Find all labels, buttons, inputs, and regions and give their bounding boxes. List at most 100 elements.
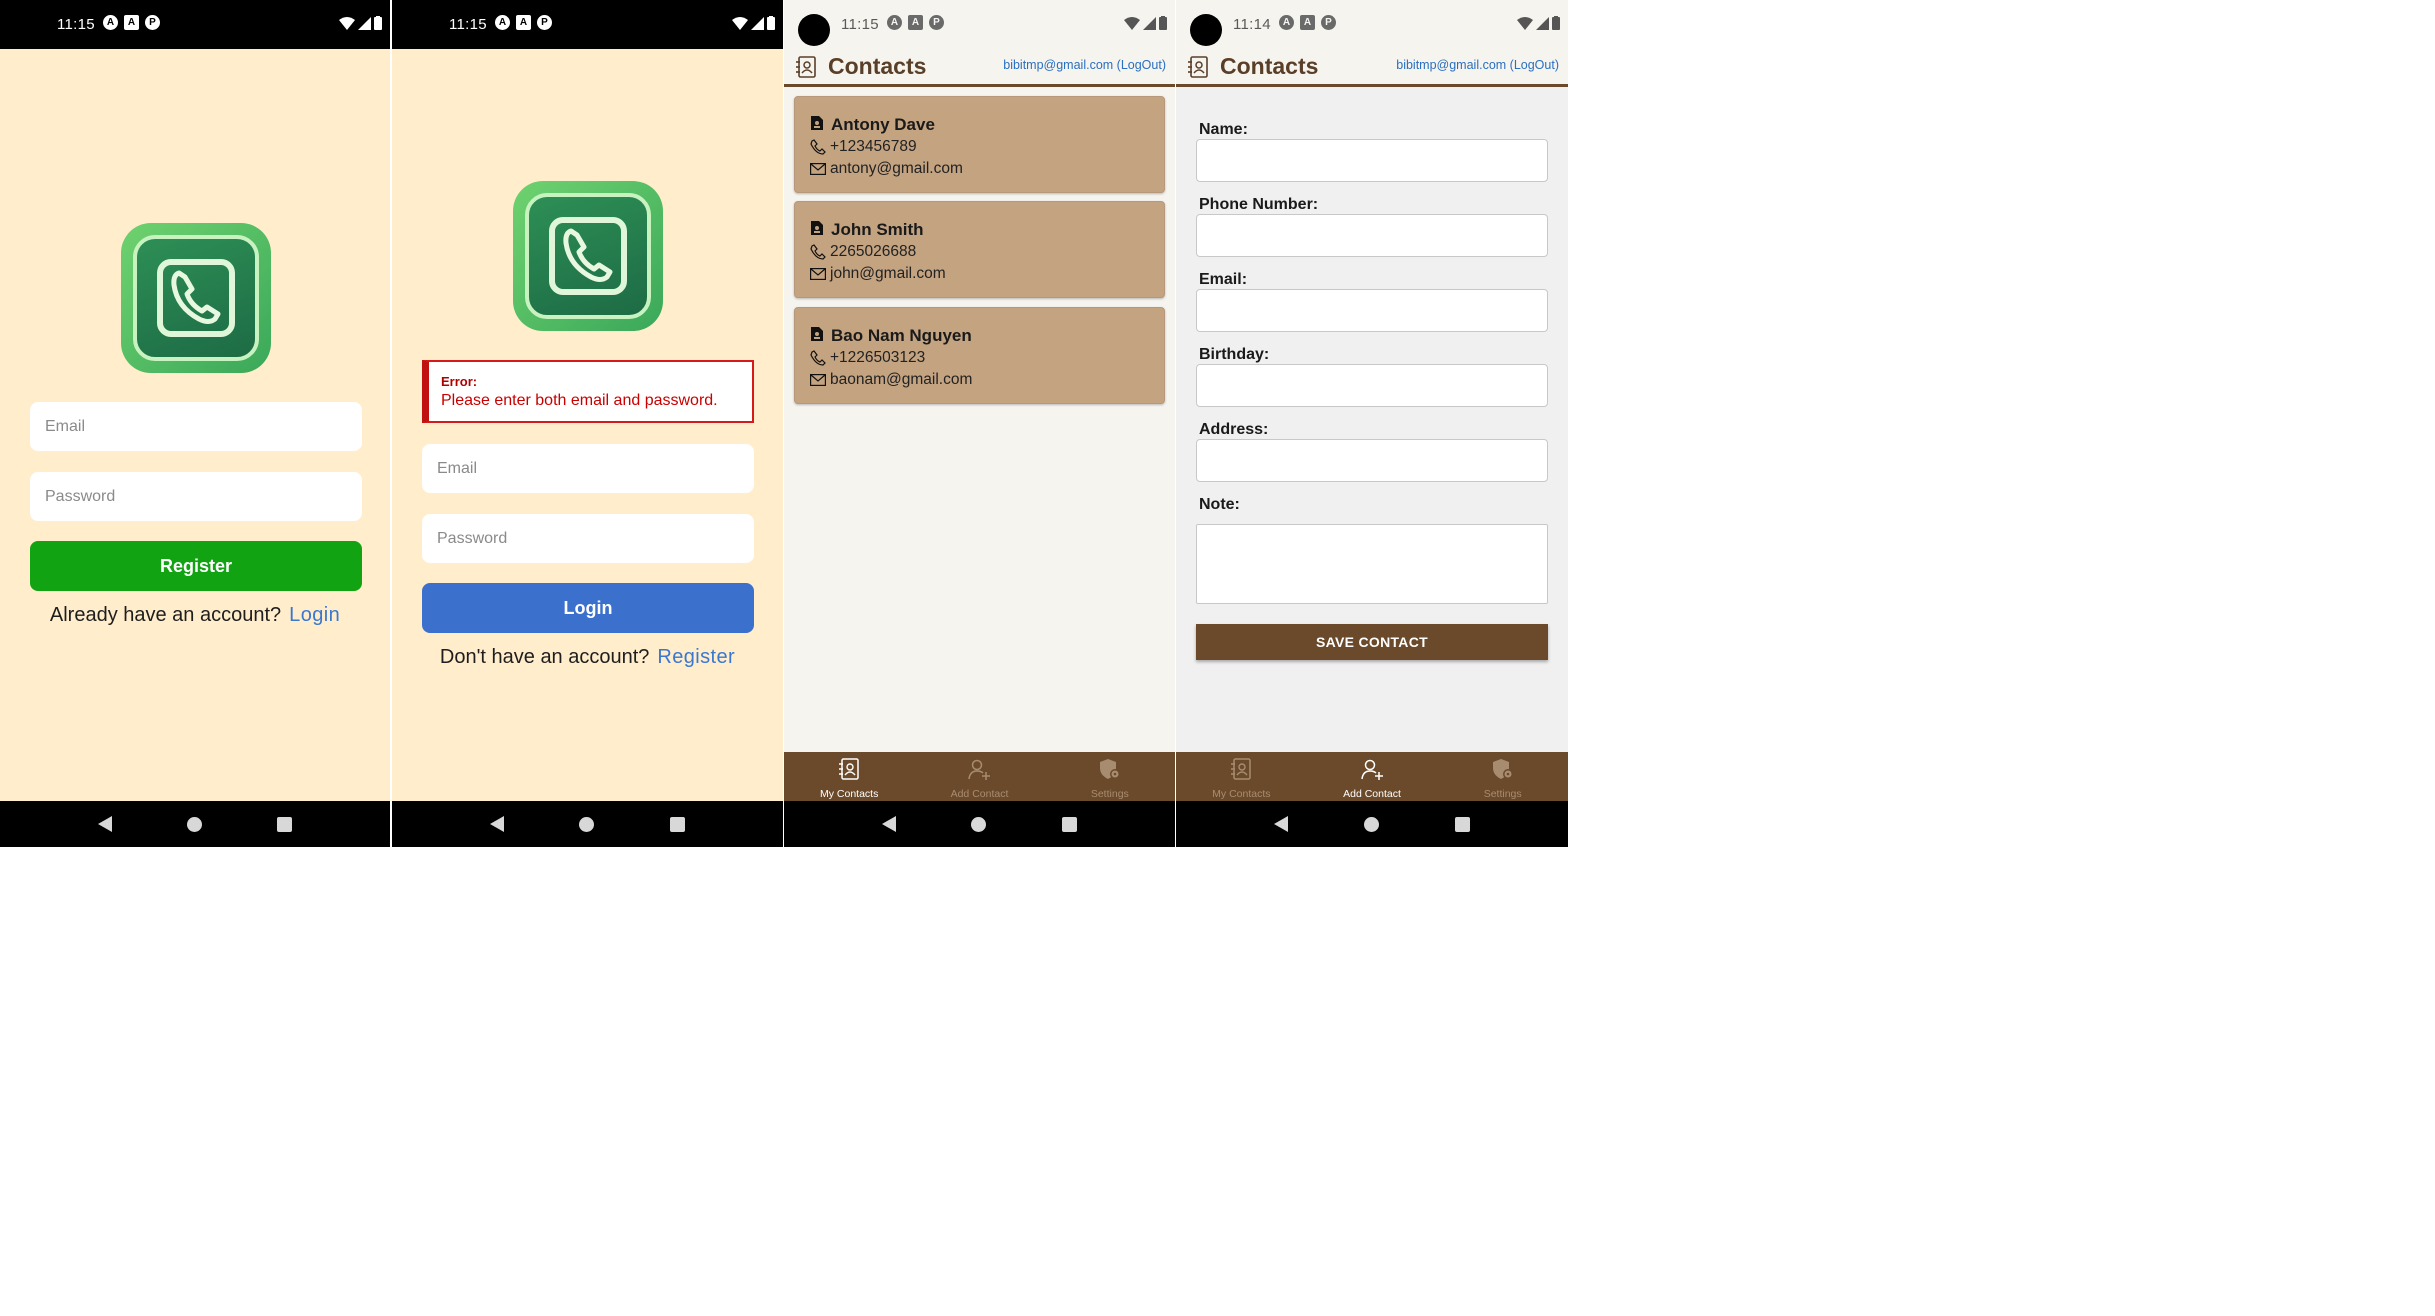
recents-icon[interactable] [1062,816,1078,832]
name-label: Name: [1199,121,1248,138]
back-icon[interactable] [97,816,112,832]
person-badge-icon [811,221,823,235]
shield-settings-icon [1099,759,1120,779]
auth-body: Error: Please enter both email and passw… [392,49,783,801]
phone-icon [563,228,613,282]
tab-settings[interactable]: Settings [1437,752,1568,801]
login-link[interactable]: Login [289,604,340,626]
contact-card[interactable]: Antony Dave +123456789 antony@gmail.com [794,96,1165,193]
bottom-tab-bar: My Contacts Add Contact Settings [1176,752,1568,801]
login-button[interactable]: Login [422,583,754,633]
recents-icon[interactable] [670,816,686,832]
battery-icon [1159,16,1167,30]
tab-settings[interactable]: Settings [1045,752,1175,801]
logout-link[interactable]: bibitmp@gmail.com (LogOut) [1003,58,1166,72]
logout-link[interactable]: bibitmp@gmail.com (LogOut) [1396,58,1559,72]
system-icons [339,16,382,30]
bottom-tab-bar: My Contacts Add Contact Settings [784,752,1175,801]
contact-phone: +1226503123 [830,349,926,366]
status-time: 11:15 [57,16,95,33]
app-notification-icon: A [1300,15,1315,30]
phone-icon [810,139,826,155]
email-input[interactable]: Email [422,444,754,493]
contact-card[interactable]: Bao Nam Nguyen +1226503123 baonam@gmail.… [794,307,1165,404]
home-icon[interactable] [186,816,202,832]
tab-label: Add Contact [1343,788,1401,800]
signal-icon [358,16,371,30]
status-bar: 11:14 A A P [1176,0,1568,49]
note-textarea[interactable] [1196,524,1548,604]
wifi-icon [339,16,355,30]
contact-list: Antony Dave +123456789 antony@gmail.com … [784,87,1175,752]
shield-settings-icon [1492,759,1513,779]
status-time: 11:15 [841,16,879,33]
app-title: Contacts [828,53,927,79]
system-icons [1124,16,1167,30]
tab-label: Add Contact [950,788,1009,800]
signal-icon [1536,16,1549,30]
email-input[interactable]: Email [30,402,362,451]
person-badge-icon [811,327,823,341]
home-icon[interactable] [579,816,595,832]
contact-card[interactable]: John Smith 2265026688 john@gmail.com [794,201,1165,298]
register-prompt: Don't have an account? Register [392,646,783,669]
status-bar: 11:15 A A P [784,0,1175,49]
expo-icon: P [929,15,944,30]
contact-phone: +123456789 [830,138,917,155]
add-person-icon [1361,759,1383,780]
tab-my-contacts[interactable]: My Contacts [784,752,914,801]
back-icon[interactable] [1274,816,1288,832]
tab-add-contact[interactable]: Add Contact [1307,752,1438,801]
notification-icons: A A P [103,15,160,30]
notification-icons: A A P [887,15,944,30]
contacts-book-icon [1188,56,1208,78]
recents-icon[interactable] [1455,816,1470,832]
contacts-book-icon [1231,758,1252,780]
wifi-icon [1517,16,1533,30]
save-contact-button[interactable]: SAVE CONTACT [1196,624,1548,660]
back-icon[interactable] [489,816,504,832]
mail-icon [810,268,826,280]
android-icon: A [887,15,902,30]
home-icon[interactable] [971,816,987,832]
app-notification-icon: A [908,15,923,30]
contacts-book-icon [796,56,816,78]
contacts-book-icon [839,758,859,780]
tab-label: Settings [1483,788,1522,800]
wifi-icon [1124,16,1140,30]
register-screen: 11:15 A A P Email Password Register Alre… [0,0,390,847]
note-label: Note: [1199,496,1240,513]
tab-my-contacts[interactable]: My Contacts [1176,752,1307,801]
phone-icon [171,270,221,324]
status-bar: 11:15 A A P [0,0,390,49]
tab-add-contact[interactable]: Add Contact [914,752,1044,801]
android-icon: A [103,15,118,30]
signal-icon [1143,16,1156,30]
password-input[interactable]: Password [30,472,362,521]
home-icon[interactable] [1364,816,1379,832]
tab-label: Settings [1090,788,1129,800]
phone-icon [810,350,826,366]
contact-phone: 2265026688 [830,243,917,260]
status-time: 11:14 [1233,16,1271,33]
tab-label: My Contacts [1212,788,1271,800]
expo-icon: P [537,15,552,30]
back-icon[interactable] [881,816,896,832]
tab-label: My Contacts [819,788,879,800]
status-time: 11:15 [449,16,487,33]
name-input[interactable] [1196,139,1548,182]
phone-input[interactable] [1196,214,1548,257]
birthday-input[interactable] [1196,364,1548,407]
contact-name: Bao Nam Nguyen [831,326,972,345]
email-input[interactable] [1196,289,1548,332]
address-input[interactable] [1196,439,1548,482]
register-link[interactable]: Register [657,646,735,668]
register-button[interactable]: Register [30,541,362,591]
phone-label: Phone Number: [1199,196,1319,213]
error-alert: Error: Please enter both email and passw… [422,360,754,423]
recents-icon[interactable] [277,816,293,832]
password-input[interactable]: Password [422,514,754,563]
android-icon: A [1279,15,1294,30]
contact-name: Antony Dave [831,115,935,134]
app-header: Contacts bibitmp@gmail.com (LogOut) [1176,49,1568,87]
